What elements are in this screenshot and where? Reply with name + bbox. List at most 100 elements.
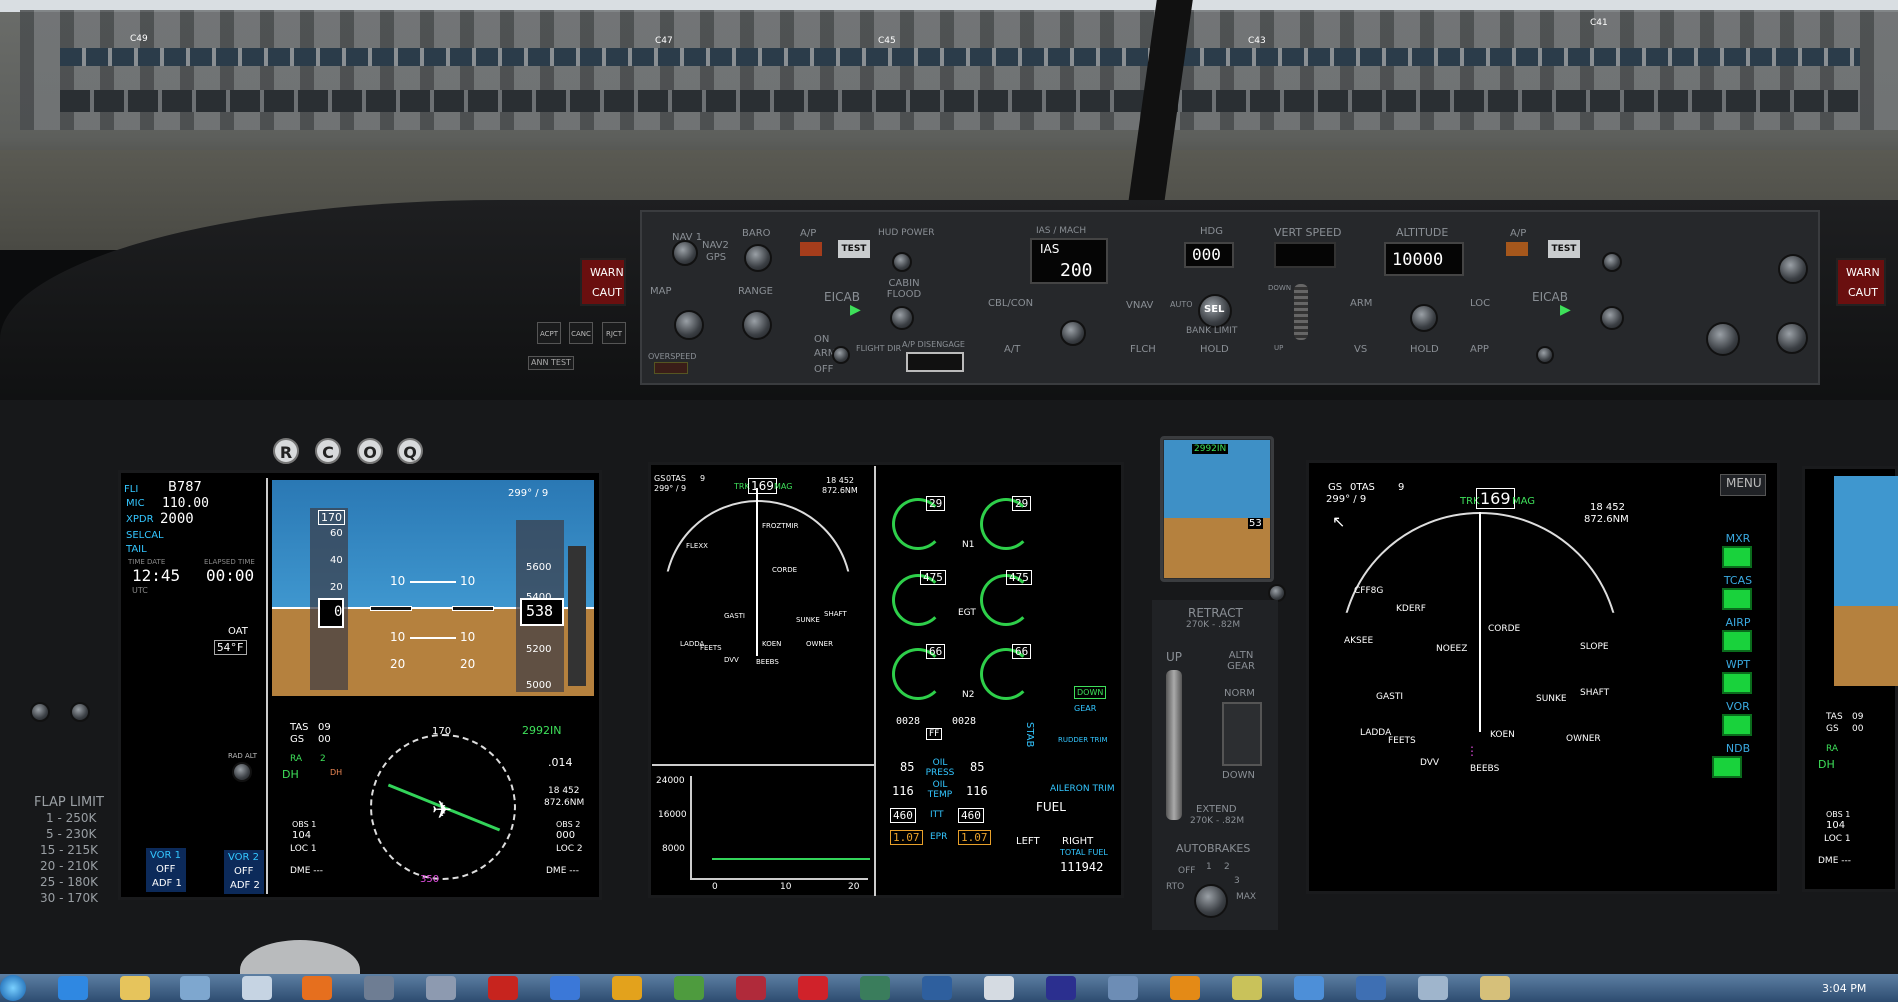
waypoint: FEETS [1388,736,1416,746]
app-icon[interactable] [1232,976,1262,1000]
app-icon[interactable] [984,976,1014,1000]
vs-thumbwheel[interactable] [1294,284,1308,340]
chrome-icon[interactable] [550,976,580,1000]
norm-label: NORM [1224,688,1255,699]
app-icon[interactable] [1480,976,1510,1000]
ann-test-button[interactable]: ANN TEST [528,356,574,370]
caut-label[interactable]: CAUT [592,286,622,299]
ndb-button[interactable] [1712,756,1742,778]
eicas-arrow-icon[interactable]: ▶ [850,302,861,318]
wind-arrow-icon: ↖ [1332,512,1346,531]
taskbar-clock[interactable]: 3:04 PM [1822,982,1866,995]
bank-limit-label: BANK LIMIT [1186,326,1238,336]
mxr-button[interactable] [1722,546,1752,568]
flight-dir-switch[interactable] [832,346,850,364]
altitude-knob[interactable] [1410,304,1438,332]
vor-button[interactable] [1722,714,1752,736]
egt-left-value: 475 [920,570,946,585]
app-icon[interactable] [1356,976,1386,1000]
obs-knob[interactable] [30,702,50,722]
app-icon[interactable] [364,976,394,1000]
xplane-active-icon[interactable] [242,976,272,1000]
vsd-alt-label: 8000 [662,844,685,854]
xpdr-code[interactable]: 2000 [160,511,194,527]
nav-source-knob[interactable] [672,240,698,266]
c-button[interactable]: C [315,438,341,464]
caut-label-right[interactable]: CAUT [1848,286,1878,299]
o-button[interactable]: O [357,438,383,464]
cabin-flood-knob-right[interactable] [1600,306,1624,330]
gear-up-label: UP [1166,650,1183,664]
xplane-icon[interactable] [180,976,210,1000]
ie-icon[interactable] [58,976,88,1000]
warn-label-right[interactable]: WARN [1846,266,1880,279]
nd-track-line [756,488,758,656]
waypoint: CFF8G [1354,586,1384,596]
acpt-button[interactable]: ACPT [537,322,561,344]
q-button[interactable]: Q [397,438,423,464]
hud-power-knob[interactable] [892,252,912,272]
flight-dir-switch-right[interactable] [1536,346,1554,364]
epr-right: 1.07 [958,830,991,845]
r-button[interactable]: R [273,438,299,464]
oil-press-label: OIL PRESS [925,758,955,778]
ff-label: FF [926,728,943,740]
wpt-button[interactable] [1722,672,1752,694]
test-button[interactable]: TEST [838,240,870,258]
baro-knob-right[interactable] [1778,254,1808,284]
app-icon[interactable] [860,976,890,1000]
explorer-icon[interactable] [120,976,150,1000]
waypoint: FEETS [700,644,722,652]
airp-button[interactable] [1722,630,1752,652]
firefox-icon[interactable] [302,976,332,1000]
app-icon[interactable] [1170,976,1200,1000]
flch-label: FLCH [1130,344,1156,355]
test-button-right[interactable]: TEST [1548,240,1580,258]
filezilla-icon[interactable] [488,976,518,1000]
eicas-arrow-icon-right[interactable]: ▶ [1560,302,1571,318]
range-knob[interactable] [742,310,772,340]
speed-tick: 20 [330,582,343,593]
app-icon[interactable] [736,976,766,1000]
ap-disengage-bar[interactable] [906,352,964,372]
map-mode-knob-right[interactable] [1706,322,1740,356]
app-icon[interactable] [922,976,952,1000]
hud-power-knob-right[interactable] [1602,252,1622,272]
gate-label: C49 [130,34,148,44]
warn-label[interactable]: WARN [590,266,624,279]
pitch-label: 10 [390,630,406,644]
app-icon[interactable] [426,976,456,1000]
rjct-button[interactable]: RJCT [602,322,626,344]
canc-button[interactable]: CANC [569,322,593,344]
gear-lever[interactable] [1166,670,1182,820]
rnd-mag-label: MAG [1512,496,1536,507]
fuel-right-label: RIGHT [1062,836,1094,847]
app-icon[interactable] [1294,976,1324,1000]
obs-knob[interactable] [70,702,90,722]
rnd-eta: 18 452 [1590,502,1625,513]
app-icon[interactable] [1108,976,1138,1000]
app-icon[interactable] [612,976,642,1000]
vnav-label: VNAV [1126,300,1154,311]
speed-knob[interactable] [1060,320,1086,346]
start-button[interactable] [0,975,26,1001]
cabin-flood-knob[interactable] [890,306,914,330]
tcas-button[interactable] [1722,588,1752,610]
app-icon[interactable] [674,976,704,1000]
app-icon[interactable] [1046,976,1076,1000]
nav-source-label: NAV 1 [672,232,703,243]
altn-gear-label: ALTN GEAR [1227,650,1255,672]
vsd-x-axis [690,878,868,880]
autobrake-knob[interactable] [1194,884,1228,918]
rad-alt-knob[interactable] [232,762,252,782]
baro-knob[interactable] [744,244,772,272]
app-icon[interactable] [798,976,828,1000]
rpfd-tas-value: 09 [1852,712,1864,722]
range-knob-right[interactable] [1776,322,1808,354]
mic-freq[interactable]: 110.00 [162,496,209,511]
app-icon[interactable] [1418,976,1448,1000]
flap-limit-row: 20 - 210K [40,859,99,873]
altn-gear-switch[interactable] [1222,702,1262,766]
tas-label: TAS [290,722,309,733]
map-mode-knob[interactable] [674,310,704,340]
